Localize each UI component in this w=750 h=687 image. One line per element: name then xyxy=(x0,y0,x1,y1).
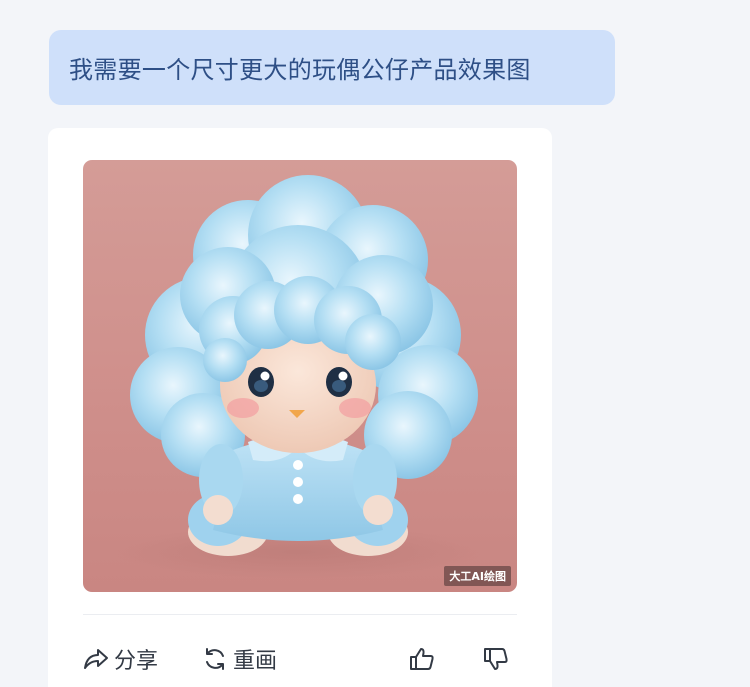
user-message-text: 我需要一个尺寸更大的玩偶公仔产品效果图 xyxy=(69,56,531,84)
user-message-bubble: 我需要一个尺寸更大的玩偶公仔产品效果图 xyxy=(49,30,615,105)
refresh-icon xyxy=(201,645,229,673)
redraw-button[interactable]: 重画 xyxy=(201,640,277,678)
thumbs-up-icon xyxy=(408,645,436,673)
generated-image[interactable]: 大工AI绘图 xyxy=(83,160,517,592)
action-divider xyxy=(83,614,517,615)
doll-illustration xyxy=(113,175,483,578)
assistant-reply-card: 大工AI绘图 分享 重画 xyxy=(48,128,552,687)
redraw-label: 重画 xyxy=(233,649,278,674)
share-icon xyxy=(82,645,110,673)
thumbs-down-icon xyxy=(482,645,510,673)
share-button[interactable]: 分享 xyxy=(82,640,158,678)
like-button[interactable] xyxy=(408,640,436,678)
share-label: 分享 xyxy=(114,649,159,674)
watermark: 大工AI绘图 xyxy=(444,566,511,586)
dislike-button[interactable] xyxy=(482,640,510,678)
